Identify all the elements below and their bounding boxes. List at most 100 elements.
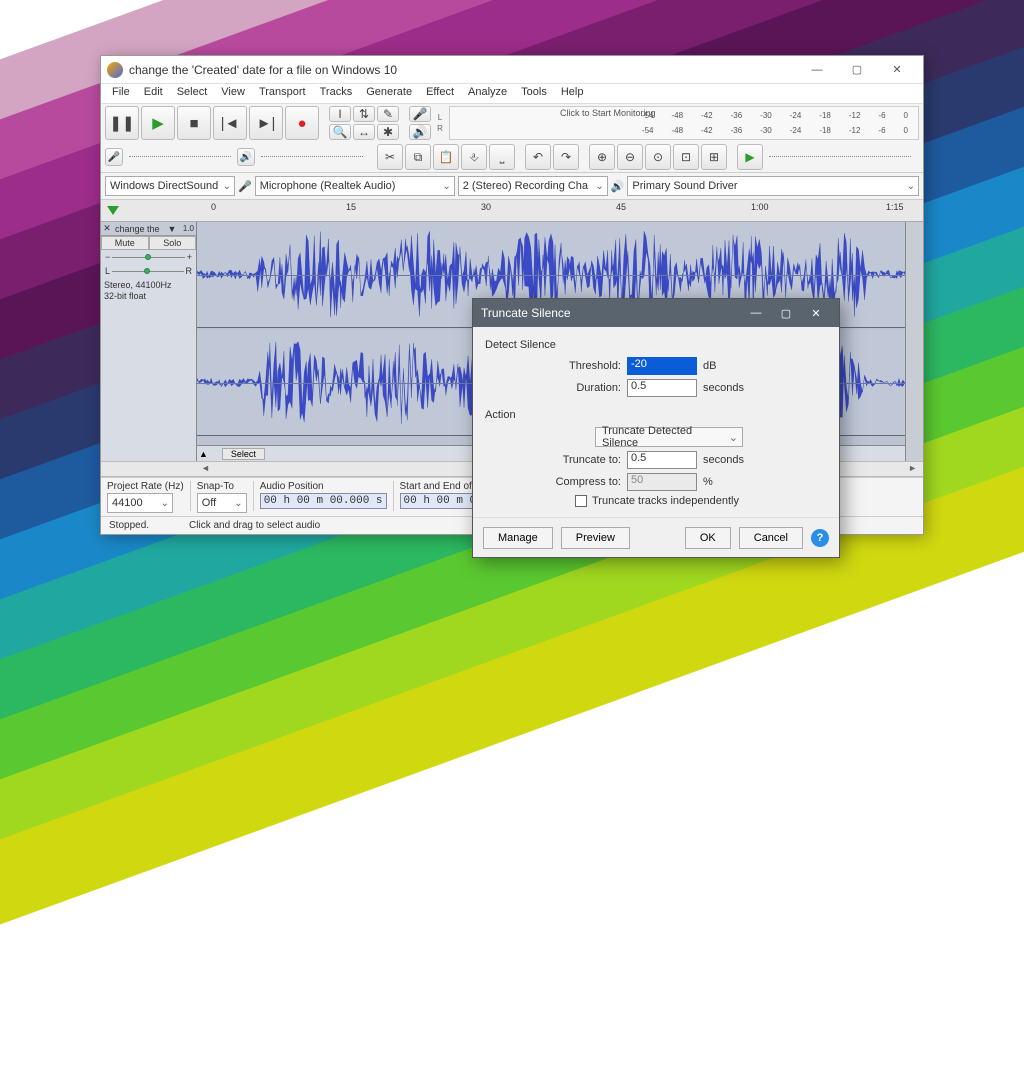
audio-host-combo[interactable]: Windows DirectSound [105,176,235,196]
trim-icon[interactable]: ⎀ [461,144,487,170]
play-meter-speaker-icon[interactable]: 🔊 [409,124,431,140]
play-device-combo[interactable]: Primary Sound Driver [627,176,919,196]
dialog-close-button[interactable]: ✕ [801,307,831,320]
stop-button[interactable]: ■ [177,106,211,140]
project-rate-combo[interactable]: 44100 [107,493,173,513]
audio-position-field[interactable]: 00 h 00 m 00.000 s [260,493,387,509]
dialog-minimize-button[interactable]: — [741,307,771,319]
redo-icon[interactable]: ↷ [553,144,579,170]
track-control-panel: ✕ change the ▼ 1.0 Mute Solo −+ LR Stere… [101,222,197,461]
pause-button[interactable]: ❚❚ [105,106,139,140]
truncate-to-unit: seconds [703,454,744,466]
select-arrow[interactable]: ▲ [199,449,208,459]
rec-volume-slider[interactable] [125,150,235,164]
record-button[interactable]: ● [285,106,319,140]
rec-device-combo[interactable]: Microphone (Realtek Audio) [255,176,455,196]
play-vol-speaker-icon: 🔊 [237,148,255,166]
menu-help[interactable]: Help [554,84,591,103]
minimize-button[interactable]: — [797,57,837,83]
zoom-toggle-icon[interactable]: ⊞ [701,144,727,170]
play-volume-slider[interactable] [257,150,367,164]
menu-generate[interactable]: Generate [359,84,419,103]
truncate-silence-dialog: Truncate Silence — ▢ ✕ Detect Silence Th… [472,298,840,558]
level-meters[interactable]: -54-48-42-36-30-24-18-12-60 -54-48-42-36… [449,106,919,140]
rec-channels-combo[interactable]: 2 (Stereo) Recording Cha [458,176,608,196]
silence-icon[interactable]: ⎵ [489,144,515,170]
timeshift-tool-icon[interactable]: ↔ [353,124,375,140]
menu-transport[interactable]: Transport [252,84,313,103]
menu-analyze[interactable]: Analyze [461,84,514,103]
menu-select[interactable]: Select [170,84,215,103]
titlebar[interactable]: change the 'Created' date for a file on … [101,56,923,84]
dialog-titlebar[interactable]: Truncate Silence — ▢ ✕ [473,299,839,327]
independent-label: Truncate tracks independently [592,495,739,507]
project-rate-label: Project Rate (Hz) [107,481,184,492]
zoom-fit-icon[interactable]: ⊡ [673,144,699,170]
zoom-tool-icon[interactable]: 🔍 [329,124,351,140]
paste-icon[interactable]: 📋 [433,144,459,170]
monitor-hint[interactable]: Click to Start Monitoring [560,108,656,118]
cut-icon[interactable]: ✂ [377,144,403,170]
track-close-button[interactable]: ✕ [101,223,113,234]
timeline-ruler[interactable]: 01530451:001:15 [101,200,923,222]
multi-tool-icon[interactable]: ✱ [377,124,399,140]
play-button[interactable]: ▶ [141,106,175,140]
track-menu-dropdown[interactable]: ▼ [166,224,178,234]
select-track-button[interactable]: Select [222,448,265,460]
menu-view[interactable]: View [214,84,252,103]
track-format-info: Stereo, 44100Hz32-bit float [101,278,196,304]
threshold-input[interactable]: -20 [627,357,697,375]
skip-end-button[interactable]: ►| [249,106,283,140]
meter-r-label: R [433,124,447,133]
copy-icon[interactable]: ⧉ [405,144,431,170]
track-name[interactable]: change the [113,224,166,234]
selection-tool-icon[interactable]: I [329,106,351,122]
device-toolbar: Windows DirectSound 🎤 Microphone (Realte… [101,173,923,200]
rec-meter-mic-icon[interactable]: 🎤 [409,106,431,122]
zoom-out-icon[interactable]: ⊖ [617,144,643,170]
help-button[interactable]: ? [811,529,829,547]
pan-slider[interactable]: LR [101,264,196,278]
toolbars: ❚❚ ▶ ■ |◄ ►| ● I ⇅ ✎ 🔍 ↔ ✱ 🎤 [101,104,923,173]
draw-tool-icon[interactable]: ✎ [377,106,399,122]
skip-start-button[interactable]: |◄ [213,106,247,140]
independent-checkbox[interactable] [575,495,587,507]
zoom-in-icon[interactable]: ⊕ [589,144,615,170]
threshold-unit: dB [703,360,716,372]
play-at-speed-button[interactable]: ▶ [737,144,763,170]
action-combo[interactable]: Truncate Detected Silence [595,427,743,447]
compress-to-unit: % [703,476,713,488]
menu-file[interactable]: File [105,84,137,103]
close-button[interactable]: ✕ [877,57,917,83]
play-speed-slider[interactable] [765,150,915,164]
snap-to-label: Snap-To [197,481,247,492]
action-label: Action [485,409,827,421]
dialog-maximize-button[interactable]: ▢ [771,307,801,320]
manage-button[interactable]: Manage [483,527,553,549]
truncate-to-input[interactable]: 0.5 [627,451,697,469]
ok-button[interactable]: OK [685,527,731,549]
gain-slider[interactable]: −+ [101,250,196,264]
detect-silence-label: Detect Silence [485,339,827,351]
menu-edit[interactable]: Edit [137,84,170,103]
duration-input[interactable]: 0.5 [627,379,697,397]
undo-icon[interactable]: ↶ [525,144,551,170]
vertical-scrollbar[interactable] [905,222,923,461]
mute-button[interactable]: Mute [101,236,149,250]
snap-to-combo[interactable]: Off [197,493,247,513]
zoom-sel-icon[interactable]: ⊙ [645,144,671,170]
solo-button[interactable]: Solo [149,236,197,250]
preview-button[interactable]: Preview [561,527,630,549]
maximize-button[interactable]: ▢ [837,57,877,83]
envelope-tool-icon[interactable]: ⇅ [353,106,375,122]
audio-position-label: Audio Position [260,481,387,492]
menu-tools[interactable]: Tools [514,84,554,103]
menu-effect[interactable]: Effect [419,84,461,103]
status-state: Stopped. [109,520,149,531]
compress-to-label: Compress to: [545,476,621,488]
app-icon [107,62,123,78]
cancel-button[interactable]: Cancel [739,527,803,549]
menu-tracks[interactable]: Tracks [313,84,360,103]
playhead-icon[interactable] [107,206,119,215]
truncate-to-label: Truncate to: [545,454,621,466]
